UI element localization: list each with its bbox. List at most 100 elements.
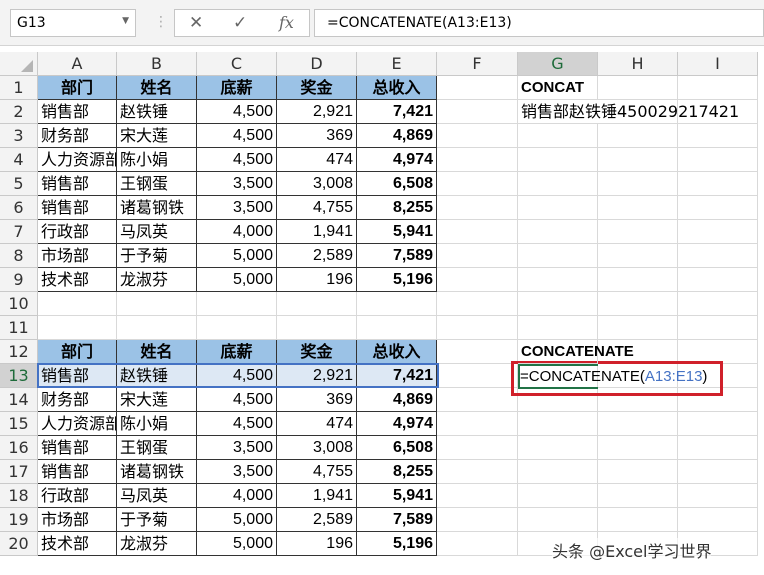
column-header-B[interactable]: B: [117, 52, 197, 76]
cell-I7[interactable]: [678, 220, 758, 244]
cell-F2[interactable]: [437, 100, 518, 124]
select-all-icon[interactable]: [21, 60, 33, 72]
cell-A20[interactable]: 技术部: [38, 532, 117, 556]
cell-E14[interactable]: 4,869: [357, 388, 437, 412]
cell-F3[interactable]: [437, 124, 518, 148]
cell-E5[interactable]: 6,508: [357, 172, 437, 196]
cell-A12[interactable]: 部门: [38, 340, 117, 364]
row-header-14[interactable]: 14: [0, 388, 38, 412]
formula-input[interactable]: =CONCATENATE(A13:E13): [314, 9, 764, 37]
cell-B16[interactable]: 王钢蛋: [117, 436, 197, 460]
cell-B8[interactable]: 于予菊: [117, 244, 197, 268]
cell-D17[interactable]: 4,755: [277, 460, 357, 484]
row-header-8[interactable]: 8: [0, 244, 38, 268]
cell-D3[interactable]: 369: [277, 124, 357, 148]
cell-F16[interactable]: [437, 436, 518, 460]
cell-F20[interactable]: [437, 532, 518, 556]
cell-C7[interactable]: 4,000: [197, 220, 277, 244]
row-header-3[interactable]: 3: [0, 124, 38, 148]
cell-F5[interactable]: [437, 172, 518, 196]
cell-D12[interactable]: 奖金: [277, 340, 357, 364]
cell-E3[interactable]: 4,869: [357, 124, 437, 148]
cell-C9[interactable]: 5,000: [197, 268, 277, 292]
cell-E2[interactable]: 7,421: [357, 100, 437, 124]
cell-E16[interactable]: 6,508: [357, 436, 437, 460]
cell-C16[interactable]: 3,500: [197, 436, 277, 460]
chevron-down-icon[interactable]: ▼: [122, 16, 129, 26]
cell-G11[interactable]: [518, 316, 598, 340]
cell-I15[interactable]: [678, 412, 758, 436]
cell-H6[interactable]: [598, 196, 678, 220]
cell-A11[interactable]: [38, 316, 117, 340]
cell-H7[interactable]: [598, 220, 678, 244]
column-header-A[interactable]: A: [38, 52, 117, 76]
cell-E8[interactable]: 7,589: [357, 244, 437, 268]
cell-H17[interactable]: [598, 460, 678, 484]
cell-D10[interactable]: [277, 292, 357, 316]
cell-H9[interactable]: [598, 268, 678, 292]
cell-D5[interactable]: 3,008: [277, 172, 357, 196]
cell-G1[interactable]: CONCAT: [518, 76, 598, 100]
cell-H4[interactable]: [598, 148, 678, 172]
cell-C6[interactable]: 3,500: [197, 196, 277, 220]
cell-C15[interactable]: 4,500: [197, 412, 277, 436]
cell-A18[interactable]: 行政部: [38, 484, 117, 508]
cell-I3[interactable]: [678, 124, 758, 148]
cell-B10[interactable]: [117, 292, 197, 316]
cell-E7[interactable]: 5,941: [357, 220, 437, 244]
cell-A15[interactable]: 人力资源部: [38, 412, 117, 436]
cell-D14[interactable]: 369: [277, 388, 357, 412]
cell-D2[interactable]: 2,921: [277, 100, 357, 124]
cell-D7[interactable]: 1,941: [277, 220, 357, 244]
cell-B11[interactable]: [117, 316, 197, 340]
row-header-16[interactable]: 16: [0, 436, 38, 460]
column-header-I[interactable]: I: [678, 52, 758, 76]
cell-edit-text[interactable]: =CONCATENATE(A13:E13): [520, 365, 707, 388]
cell-G6[interactable]: [518, 196, 598, 220]
cell-G2[interactable]: 销售部赵铁锤450029217421: [518, 100, 739, 124]
row-header-20[interactable]: 20: [0, 532, 38, 556]
cell-B12[interactable]: 姓名: [117, 340, 197, 364]
insert-function-icon[interactable]: fx: [279, 13, 294, 32]
cell-F13[interactable]: [437, 364, 518, 388]
cell-H8[interactable]: [598, 244, 678, 268]
cell-H19[interactable]: [598, 508, 678, 532]
cell-F10[interactable]: [437, 292, 518, 316]
cell-G12[interactable]: CONCATENATE: [518, 340, 634, 364]
cell-A2[interactable]: 销售部: [38, 100, 117, 124]
cell-C17[interactable]: 3,500: [197, 460, 277, 484]
cell-G5[interactable]: [518, 172, 598, 196]
cell-I8[interactable]: [678, 244, 758, 268]
cell-I1[interactable]: [678, 76, 758, 100]
cell-D19[interactable]: 2,589: [277, 508, 357, 532]
column-header-H[interactable]: H: [598, 52, 678, 76]
cell-F12[interactable]: [437, 340, 518, 364]
cell-G15[interactable]: [518, 412, 598, 436]
cell-D20[interactable]: 196: [277, 532, 357, 556]
cell-A10[interactable]: [38, 292, 117, 316]
cell-D11[interactable]: [277, 316, 357, 340]
row-header-9[interactable]: 9: [0, 268, 38, 292]
cell-E18[interactable]: 5,941: [357, 484, 437, 508]
cell-A3[interactable]: 财务部: [38, 124, 117, 148]
cell-E12[interactable]: 总收入: [357, 340, 437, 364]
cell-B14[interactable]: 宋大莲: [117, 388, 197, 412]
cell-G8[interactable]: [518, 244, 598, 268]
cell-A7[interactable]: 行政部: [38, 220, 117, 244]
cell-B3[interactable]: 宋大莲: [117, 124, 197, 148]
cell-C2[interactable]: 4,500: [197, 100, 277, 124]
cell-B4[interactable]: 陈小娟: [117, 148, 197, 172]
cell-A17[interactable]: 销售部: [38, 460, 117, 484]
row-header-15[interactable]: 15: [0, 412, 38, 436]
cell-G17[interactable]: [518, 460, 598, 484]
drag-handle-icon[interactable]: ⋮: [154, 14, 168, 30]
cell-C20[interactable]: 5,000: [197, 532, 277, 556]
cell-B6[interactable]: 诸葛钢铁: [117, 196, 197, 220]
cell-C14[interactable]: 4,500: [197, 388, 277, 412]
cell-G18[interactable]: [518, 484, 598, 508]
cell-I5[interactable]: [678, 172, 758, 196]
cell-C8[interactable]: 5,000: [197, 244, 277, 268]
cell-I10[interactable]: [678, 292, 758, 316]
cell-H16[interactable]: [598, 436, 678, 460]
cancel-icon[interactable]: ✕: [189, 13, 203, 33]
